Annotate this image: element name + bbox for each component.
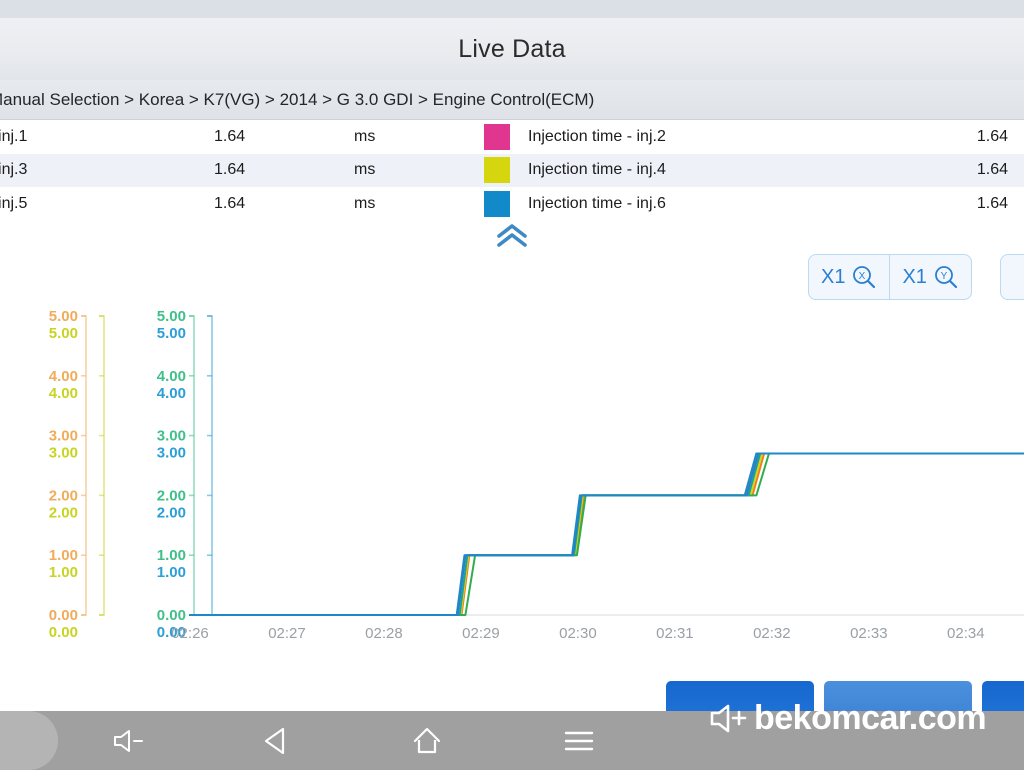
- svg-text:4.00: 4.00: [157, 385, 186, 402]
- parameter-value-left: 1.64: [214, 161, 246, 179]
- android-navigation-bar: [0, 711, 1024, 770]
- zoom-x-button[interactable]: X1 X: [809, 255, 889, 299]
- parameter-name-left: ne - inj.3: [0, 161, 28, 179]
- series-color-swatch: [484, 190, 510, 217]
- volume-down-button[interactable]: [110, 711, 148, 770]
- title-bar: Live Data: [0, 18, 1024, 80]
- menu-button[interactable]: [562, 711, 596, 770]
- svg-text:4.00: 4.00: [49, 385, 78, 402]
- table-row[interactable]: ne - inj.1 1.64 ms Injection time - inj.…: [0, 120, 1024, 154]
- zoom-y-label: X1: [902, 266, 927, 288]
- series-color-swatch: [484, 123, 510, 150]
- svg-text:5.00: 5.00: [157, 308, 186, 325]
- parameter-value-right: 1.64: [976, 161, 1008, 179]
- zoom-y-button[interactable]: X1 Y: [889, 255, 970, 299]
- status-bar: [0, 0, 1024, 18]
- home-button[interactable]: [410, 711, 444, 770]
- svg-text:2.00: 2.00: [49, 487, 78, 504]
- svg-text:X: X: [859, 271, 866, 282]
- volume-down-icon: [114, 729, 143, 752]
- svg-text:3.00: 3.00: [49, 428, 78, 445]
- parameter-name-left: ne - inj.1: [0, 127, 28, 145]
- parameter-unit-left: ms: [354, 194, 376, 212]
- svg-text:02:34: 02:34: [947, 625, 985, 642]
- svg-text:2.00: 2.00: [157, 504, 186, 521]
- svg-text:1.00: 1.00: [49, 564, 78, 581]
- svg-text:02:29: 02:29: [462, 625, 500, 642]
- parameter-unit-left: ms: [354, 127, 376, 145]
- svg-text:3.00: 3.00: [49, 445, 78, 462]
- zoom-extra-button[interactable]: [1000, 254, 1024, 300]
- chart-panel: 5.00 4.00 3.00 2.00 1.00 0.00 5.00 4.00 3.00 2.00…: [0, 300, 1024, 670]
- magnifier-y-icon: Y: [935, 266, 958, 289]
- breadcrumb-bar[interactable]: Manual Selection > Korea > K7(VG) > 2014…: [0, 80, 1024, 120]
- parameter-value-left: 1.64: [214, 194, 246, 212]
- page-title: Live Data: [458, 34, 566, 63]
- svg-text:0.00: 0.00: [49, 624, 78, 641]
- breadcrumb: Manual Selection > Korea > K7(VG) > 2014…: [0, 89, 595, 109]
- parameter-name-right: Injection time - inj.4: [528, 161, 666, 179]
- double-chevron-up-icon: [497, 224, 527, 247]
- series-color-swatch: [484, 157, 510, 184]
- table-row[interactable]: ne - inj.5 1.64 ms Injection time - inj.…: [0, 187, 1024, 221]
- svg-text:0.00: 0.00: [157, 607, 186, 624]
- menu-icon: [564, 731, 594, 750]
- svg-text:1.00: 1.00: [157, 547, 186, 564]
- zoom-x-label: X1: [821, 266, 846, 288]
- collapse-panel-button[interactable]: [494, 222, 530, 250]
- svg-text:4.00: 4.00: [49, 368, 78, 385]
- live-data-chart[interactable]: 5.00 4.00 3.00 2.00 1.00 0.00 5.00 4.00 3.00 2.00…: [0, 300, 1024, 670]
- svg-text:5.00: 5.00: [157, 325, 186, 342]
- home-icon: [413, 727, 441, 753]
- svg-text:02:27: 02:27: [268, 625, 306, 642]
- live-data-screen: Live Data Manual Selection > Korea > K7(…: [0, 0, 1024, 770]
- svg-text:2.00: 2.00: [49, 504, 78, 521]
- svg-text:2.00: 2.00: [157, 487, 186, 504]
- zoom-controls: X1 X X1 Y: [808, 254, 972, 300]
- svg-text:Y: Y: [941, 271, 948, 282]
- parameter-value-left: 1.64: [214, 127, 246, 145]
- nav-pill: [0, 711, 58, 770]
- parameter-value-right: 1.64: [976, 127, 1008, 145]
- table-row[interactable]: ne - inj.3 1.64 ms Injection time - inj.…: [0, 153, 1024, 188]
- svg-text:5.00: 5.00: [49, 325, 78, 342]
- svg-text:02:28: 02:28: [365, 625, 403, 642]
- live-data-table: ne - inj.1 1.64 ms Injection time - inj.…: [0, 120, 1024, 221]
- svg-text:5.00: 5.00: [49, 308, 78, 325]
- svg-text:3.00: 3.00: [157, 428, 186, 445]
- parameter-name-right: Injection time - inj.2: [528, 127, 666, 145]
- svg-text:02:30: 02:30: [559, 625, 597, 642]
- parameter-value-right: 1.64: [976, 194, 1008, 212]
- svg-text:0.00: 0.00: [49, 607, 78, 624]
- svg-text:02:31: 02:31: [656, 625, 694, 642]
- svg-text:02:26: 02:26: [171, 625, 209, 642]
- parameter-unit-left: ms: [354, 161, 376, 179]
- parameter-name-left: ne - inj.5: [0, 194, 28, 212]
- magnifier-x-icon: X: [853, 266, 876, 289]
- parameter-name-right: Injection time - inj.6: [528, 194, 666, 212]
- back-icon: [264, 727, 285, 754]
- svg-text:3.00: 3.00: [157, 445, 186, 462]
- svg-text:02:32: 02:32: [753, 625, 791, 642]
- back-button[interactable]: [260, 711, 294, 770]
- svg-text:1.00: 1.00: [157, 564, 186, 581]
- svg-text:02:33: 02:33: [850, 625, 888, 642]
- svg-text:1.00: 1.00: [49, 547, 78, 564]
- svg-text:4.00: 4.00: [157, 368, 186, 385]
